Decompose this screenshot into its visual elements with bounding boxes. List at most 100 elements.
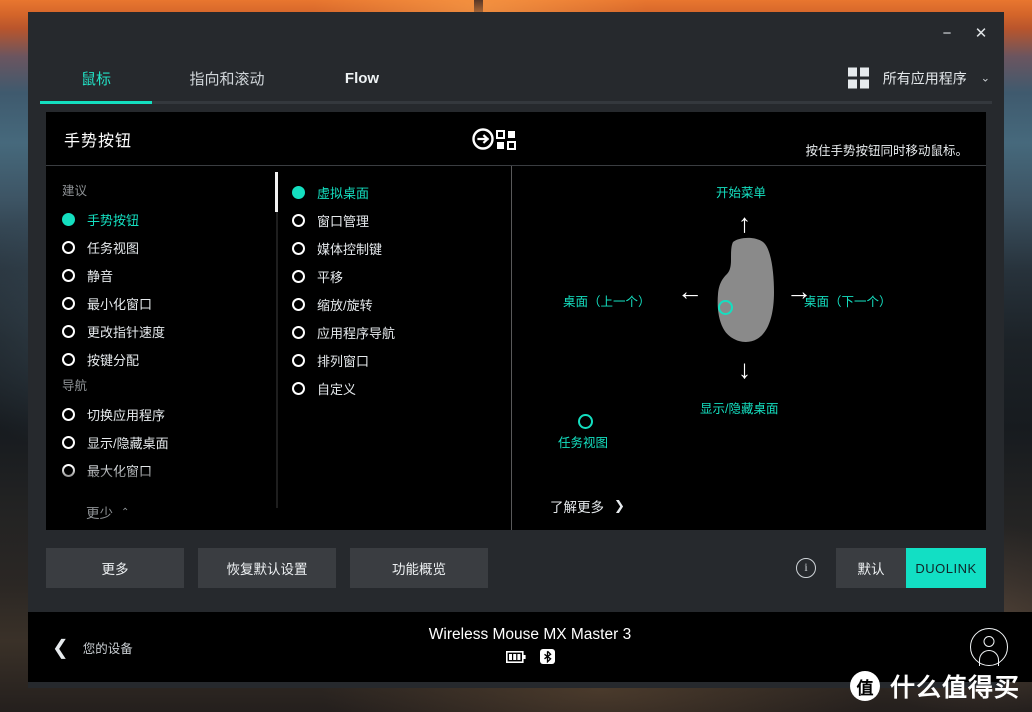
device-status-icons <box>505 648 555 669</box>
gesture-label-left: 桌面（上一个） <box>563 295 651 309</box>
more-button[interactable]: 更多 <box>46 548 184 588</box>
sidebar-item-minimize-window[interactable]: 最小化窗口 <box>62 289 270 317</box>
grid-cell <box>847 79 857 89</box>
action-item-label: 应用程序导航 <box>317 325 396 341</box>
feature-overview-button[interactable]: 功能概览 <box>350 548 488 588</box>
grid-cell <box>847 67 857 77</box>
action-item-arrange-windows[interactable]: 排列窗口 <box>292 346 511 374</box>
action-item-label: 窗口管理 <box>317 213 370 229</box>
tab-flow[interactable]: Flow <box>302 60 422 96</box>
radio-icon <box>292 241 305 255</box>
sidebar-item-mute[interactable]: 静音 <box>62 261 270 289</box>
back-label: 您的设备 <box>82 641 133 656</box>
category-list-scrollbar[interactable] <box>272 170 282 526</box>
close-button[interactable]: ✕ <box>964 20 998 46</box>
action-item-label: 媒体控制键 <box>317 241 383 257</box>
device-footer: ❮ 您的设备 Wireless Mouse MX Master 3 <box>28 612 1032 682</box>
gesture-diagram: 开始菜单 ↑ 桌面（上一个） ← 桌面（下一个） → 显示/隐藏桌面 ↓ 任务视… <box>512 166 986 530</box>
tab-active-underline <box>40 101 152 104</box>
settings-card: 手势按钮 按住手势按钮同时移动鼠标。 建议 手势按钮 任务视图 静音 最小化窗口… <box>46 112 986 530</box>
tab-group: 鼠标 指向和滚动 Flow <box>40 60 422 96</box>
window-controls: − ✕ <box>930 20 998 46</box>
arrow-right-icon: → <box>786 276 812 306</box>
radio-icon <box>292 297 305 311</box>
action-button-bar: 更多 恢复默认设置 功能概览 i 默认 DUOLINK <box>46 548 986 588</box>
action-item-zoom-rotate[interactable]: 缩放/旋转 <box>292 290 511 318</box>
action-item-pan[interactable]: 平移 <box>292 262 511 290</box>
scrollbar-track <box>276 188 278 508</box>
radio-icon <box>62 407 75 421</box>
sidebar-item-label: 切换应用程序 <box>87 407 166 423</box>
radio-icon <box>62 435 75 449</box>
arrow-down-icon: ↓ <box>738 354 751 384</box>
tab-point-and-scroll[interactable]: 指向和滚动 <box>152 60 302 96</box>
avatar-head <box>983 636 995 647</box>
scrollbar-thumb[interactable] <box>275 172 278 212</box>
restore-defaults-button[interactable]: 恢复默认设置 <box>198 548 336 588</box>
action-item-label: 缩放/旋转 <box>317 297 373 313</box>
action-category-list: 建议 手势按钮 任务视图 静音 最小化窗口 更改指针速度 按键分配 导航 切换应… <box>46 166 270 530</box>
gesture-press-indicator-on-mouse <box>718 300 733 315</box>
chevron-up-icon: ⌃ <box>121 506 130 518</box>
sidebar-item-gesture-button[interactable]: 手势按钮 <box>62 205 270 233</box>
minimize-button[interactable]: − <box>930 20 964 46</box>
gesture-label-press: 任务视图 <box>558 436 609 450</box>
sidebar-item-change-pointer-speed[interactable]: 更改指针速度 <box>62 317 270 345</box>
show-less-toggle[interactable]: 更少 ⌃ <box>86 502 129 522</box>
radio-icon <box>62 463 75 477</box>
sidebar-item-label: 手势按钮 <box>87 212 140 228</box>
radio-icon <box>292 269 305 283</box>
battery-icon[interactable] <box>505 650 526 668</box>
gesture-diagram-panel: 开始菜单 ↑ 桌面（上一个） ← 桌面（下一个） → 显示/隐藏桌面 ↓ 任务视… <box>512 166 986 530</box>
gesture-label-up: 开始菜单 <box>716 186 767 200</box>
action-item-app-navigation[interactable]: 应用程序导航 <box>292 318 511 346</box>
sidebar-item-label: 静音 <box>87 268 114 284</box>
radio-icon <box>292 381 305 395</box>
sidebar-item-label: 任务视图 <box>87 240 140 256</box>
device-info: Wireless Mouse MX Master 3 <box>28 612 1032 682</box>
avatar-body <box>979 650 999 666</box>
logitech-options-window: − ✕ 鼠标 指向和滚动 Flow 所有应用程序 ⌄ 手势按钮 按住手势按钮同时… <box>28 12 1004 688</box>
action-item-virtual-desktop[interactable]: 虚拟桌面 <box>292 178 511 206</box>
action-item-media-controls[interactable]: 媒体控制键 <box>292 234 511 262</box>
action-item-label: 虚拟桌面 <box>317 185 370 201</box>
mouse-illustration <box>709 236 781 346</box>
learn-more-link[interactable]: 了解更多 ❯ <box>550 496 625 516</box>
gesture-label-right: 桌面（下一个） <box>804 295 892 309</box>
action-item-label: 平移 <box>317 269 344 285</box>
card-body: 建议 手势按钮 任务视图 静音 最小化窗口 更改指针速度 按键分配 导航 切换应… <box>46 166 986 530</box>
radio-icon <box>62 240 75 254</box>
user-avatar[interactable] <box>970 628 1008 666</box>
chevron-down-icon[interactable]: ⌄ <box>981 72 990 85</box>
info-icon[interactable]: i <box>796 558 816 578</box>
grid-cell <box>859 67 869 77</box>
radio-icon <box>62 324 75 338</box>
radio-icon <box>292 353 305 367</box>
sidebar-item-label: 最小化窗口 <box>87 296 153 312</box>
action-item-label: 排列窗口 <box>317 353 370 369</box>
sidebar-item-switch-application[interactable]: 切换应用程序 <box>62 400 270 428</box>
action-item-window-management[interactable]: 窗口管理 <box>292 206 511 234</box>
topbar-right-controls: 所有应用程序 ⌄ <box>847 67 990 89</box>
radio-icon <box>62 352 75 366</box>
sidebar-item-show-hide-desktop[interactable]: 显示/隐藏桌面 <box>62 428 270 456</box>
sidebar-item-task-view[interactable]: 任务视图 <box>62 233 270 261</box>
sidebar-item-key-assignment[interactable]: 按键分配 <box>62 345 270 373</box>
arrow-up-icon: ↑ <box>738 208 751 238</box>
action-item-custom[interactable]: 自定义 <box>292 374 511 402</box>
grid-cell <box>859 79 869 89</box>
device-name: Wireless Mouse MX Master 3 <box>428 625 632 643</box>
bluetooth-icon[interactable] <box>539 648 555 669</box>
group-header-suggested: 建议 <box>62 184 88 198</box>
all-apps-selector[interactable]: 所有应用程序 <box>883 68 967 88</box>
action-item-label: 自定义 <box>317 381 357 397</box>
gesture-button-icon <box>470 124 522 154</box>
card-header: 手势按钮 按住手势按钮同时移动鼠标。 <box>46 112 986 166</box>
sidebar-item-label: 按键分配 <box>87 352 140 368</box>
grid-icon[interactable] <box>847 67 869 89</box>
tab-mouse[interactable]: 鼠标 <box>40 60 152 96</box>
default-profile-button[interactable]: 默认 <box>836 548 906 588</box>
duolink-profile-button[interactable]: DUOLINK <box>906 548 986 588</box>
back-to-devices-button[interactable]: ❮ 您的设备 <box>52 635 133 660</box>
sidebar-item-maximize-window[interactable]: 最大化窗口 <box>62 456 270 484</box>
